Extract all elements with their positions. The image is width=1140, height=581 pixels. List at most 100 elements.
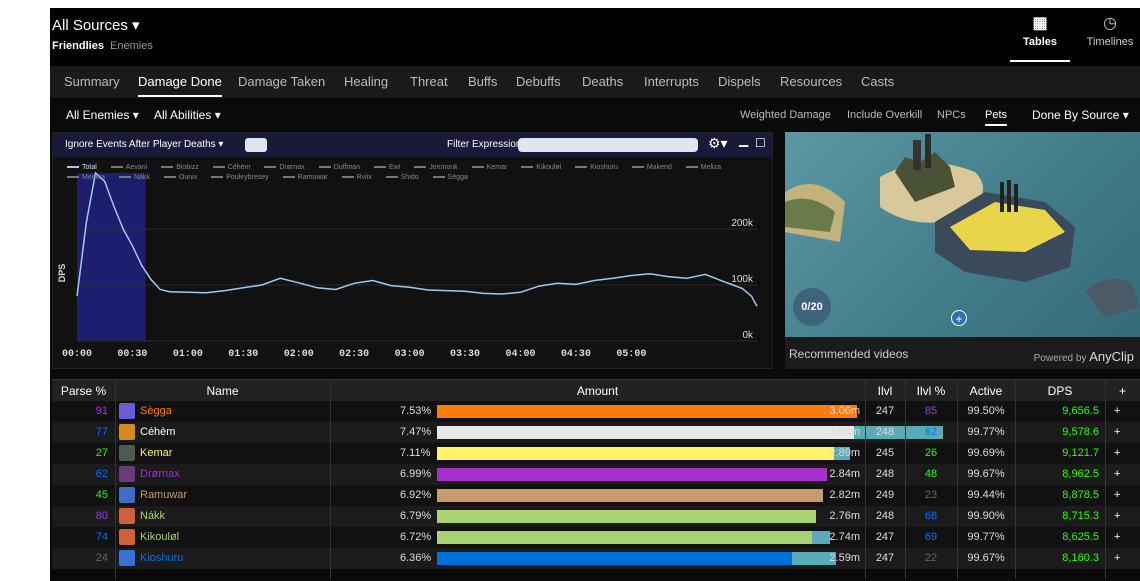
tab-healing[interactable]: Healing (344, 74, 388, 89)
amount-bar (437, 405, 857, 418)
player-name[interactable]: Nákk (140, 510, 165, 522)
legend-item[interactable]: Meinea (67, 174, 112, 181)
amount-bar (437, 468, 827, 481)
include-overkill-toggle[interactable]: Include Overkill (847, 109, 922, 121)
row-add-button[interactable]: + (1114, 447, 1120, 459)
player-name[interactable]: Céhèm (140, 426, 175, 438)
table-row[interactable]: 74 Kikouløl 6.72% 2.74m 247 69 99.77% 8,625.5 + (52, 527, 1140, 548)
legend-item[interactable]: Rviix (341, 174, 379, 181)
legend-item[interactable]: Shido (385, 174, 426, 181)
timelines-view-label: Timelines (1086, 36, 1134, 48)
gear-icon[interactable]: ⚙▾ (708, 135, 728, 152)
col-name[interactable]: Name (115, 384, 330, 398)
video-panel[interactable]: 0/20 + Recommended videos Powered by Any… (785, 132, 1140, 369)
tab-summary[interactable]: Summary (64, 74, 120, 89)
legend-item[interactable]: Duffman (318, 164, 367, 171)
dps-value: 8,625.5 (1062, 531, 1099, 543)
done-by-dropdown[interactable]: Done By Source ▾ (1032, 108, 1129, 122)
abilities-dropdown[interactable]: All Abilities ▾ (154, 108, 221, 122)
player-name[interactable]: Kemar (140, 447, 172, 459)
legend-item[interactable]: Ounix (163, 174, 204, 181)
col-dps[interactable]: DPS (1015, 384, 1105, 398)
player-name[interactable]: Kikouløl (140, 531, 179, 543)
tab-resources[interactable]: Resources (780, 74, 842, 89)
amount-bar (437, 510, 816, 523)
player-name[interactable]: Kioshuru (140, 552, 183, 564)
legend-item[interactable]: Sègga (432, 174, 475, 181)
video-add-button[interactable]: + (951, 310, 967, 326)
table-row[interactable]: 80 Nákk 6.79% 2.76m 248 68 99.90% 8,715.3 + (52, 506, 1140, 527)
col-ilvl-pct[interactable]: Ilvl % (905, 384, 957, 398)
enemies-dropdown[interactable]: All Enemies ▾ (66, 108, 139, 122)
tab-threat[interactable]: Threat (410, 74, 448, 89)
friendlies-link[interactable]: Friendlies (52, 40, 104, 52)
spec-icon (119, 445, 135, 461)
dps-value: 8,878.5 (1062, 489, 1099, 501)
row-add-button[interactable]: + (1114, 510, 1120, 522)
tab-debuffs[interactable]: Debuffs (516, 74, 561, 89)
tab-damage-done[interactable]: Damage Done (138, 74, 222, 97)
source-selector[interactable]: All Sources ▾ (52, 16, 140, 34)
legend-item[interactable]: Ramuwar (282, 174, 335, 181)
enemies-link[interactable]: Enemies (110, 40, 153, 52)
legend-item[interactable]: Kikouløl (521, 164, 568, 171)
player-name[interactable]: Drørnax (140, 468, 180, 480)
tables-view-button[interactable]: ▦ Tables (1010, 12, 1070, 62)
tab-damage-taken[interactable]: Damage Taken (238, 74, 325, 89)
row-add-button[interactable]: + (1114, 531, 1120, 543)
table-row[interactable]: 62 Drørnax 6.99% 2.84m 248 48 99.67% 8,962.5 + (52, 464, 1140, 485)
legend-item[interactable]: Jenmonk (414, 164, 464, 171)
add-column-button[interactable]: + (1105, 384, 1140, 398)
row-add-button[interactable]: + (1114, 468, 1120, 480)
col-active[interactable]: Active (957, 384, 1015, 398)
row-add-button[interactable]: + (1114, 489, 1120, 501)
col-amount[interactable]: Amount (330, 384, 865, 398)
legend-item[interactable]: Aevani (110, 164, 154, 171)
legend-swatch (282, 176, 295, 179)
x-tick-label: 05:00 (616, 349, 646, 360)
legend-label: Meinea (82, 174, 105, 181)
filter-expression-input[interactable] (518, 138, 698, 152)
legend-item[interactable]: Meliza (685, 164, 728, 171)
spec-icon (119, 508, 135, 524)
maximize-icon[interactable]: ☐ (755, 136, 766, 150)
col-parse[interactable]: Parse % (52, 384, 115, 398)
tab-dispels[interactable]: Dispels (718, 74, 761, 89)
legend-label: Jenmonk (429, 164, 458, 171)
legend-item[interactable]: Kioshuru (575, 164, 625, 171)
legend-item[interactable]: Ewi (373, 164, 407, 171)
legend-item[interactable]: Kemar (471, 164, 515, 171)
legend-item[interactable]: Biobizz (161, 164, 206, 171)
player-name[interactable]: Ramuwar (140, 489, 187, 501)
table-row[interactable]: 77 Céhèm 7.47% 3.04m 248 62 99.77% 9,578.6 + (52, 422, 1140, 443)
weighted-damage-toggle[interactable]: Weighted Damage (740, 109, 831, 121)
ignore-events-toggle[interactable] (245, 138, 267, 152)
legend-item[interactable]: Drørnax (264, 164, 311, 171)
legend-item[interactable]: Makend (631, 164, 679, 171)
tab-casts[interactable]: Casts (861, 74, 894, 89)
legend-item[interactable]: Pouleybresey (211, 174, 275, 181)
tab-deaths[interactable]: Deaths (582, 74, 623, 89)
timelines-view-button[interactable]: ◷ Timelines (1080, 12, 1140, 62)
table-row[interactable]: 91 Sègga 7.53% 3.06m 247 85 99.50% 9,656.5 + (52, 401, 1140, 422)
tab-buffs[interactable]: Buffs (468, 74, 497, 89)
legend-item[interactable]: Céhèm (212, 164, 258, 171)
npcs-toggle[interactable]: NPCs (937, 109, 966, 121)
table-row[interactable]: 24 Kioshuru 6.36% 2.59m 247 22 99.67% 8,160.3 + (52, 548, 1140, 569)
row-add-button[interactable]: + (1114, 426, 1120, 438)
row-add-button[interactable]: + (1114, 405, 1120, 417)
legend-label: Pouleybresey (226, 174, 269, 181)
col-ilvl[interactable]: Ilvl (865, 384, 905, 398)
legend-item[interactable]: Nákk (118, 174, 157, 181)
player-name[interactable]: Sègga (140, 405, 172, 417)
legend-item[interactable]: Total (67, 164, 104, 171)
row-add-button[interactable]: + (1114, 552, 1120, 564)
pets-toggle[interactable]: Pets (985, 109, 1008, 126)
table-row[interactable]: 27 Kemar 7.11% 2.89m 245 26 99.69% 9,121.7 + (52, 443, 1140, 464)
table-row[interactable]: 45 Ramuwar 6.92% 2.82m 249 23 99.44% 8,878.5 + (52, 485, 1140, 506)
video-thumbnail[interactable]: 0/20 + (785, 132, 1140, 337)
minimize-icon[interactable]: ▁ (739, 133, 748, 147)
ignore-events-dropdown[interactable]: Ignore Events After Player Deaths ▾ (65, 139, 223, 150)
tab-interrupts[interactable]: Interrupts (644, 74, 699, 89)
x-tick-label: 01:30 (228, 349, 258, 360)
